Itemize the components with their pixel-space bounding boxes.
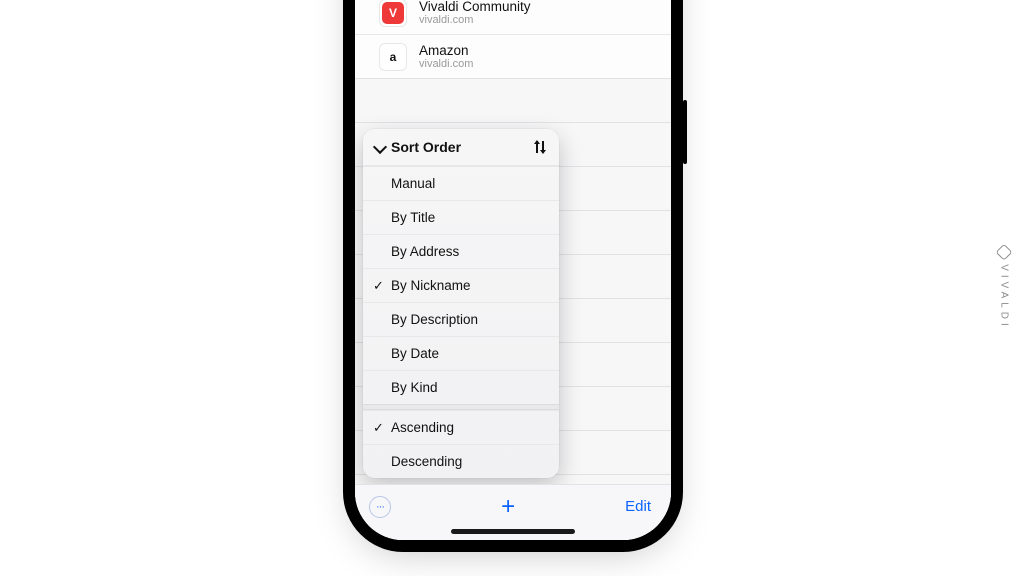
option-label: By Title: [391, 210, 435, 225]
more-icon: ···: [376, 501, 384, 513]
sort-option-manual[interactable]: Manual: [363, 166, 559, 200]
home-indicator[interactable]: [451, 529, 575, 534]
option-label: By Address: [391, 244, 459, 259]
vivaldi-logo-icon: [996, 244, 1013, 261]
bookmark-row[interactable]: a Amazon vivaldi.com: [355, 34, 671, 78]
more-actions-button[interactable]: ···: [369, 496, 391, 518]
watermark-text: VIVALDI: [999, 264, 1010, 330]
option-label: Ascending: [391, 420, 454, 435]
sort-direction-descending[interactable]: Descending: [363, 444, 559, 478]
bookmark-title: Vivaldi Community: [419, 0, 531, 14]
sort-option-address[interactable]: By Address: [363, 234, 559, 268]
bookmark-subtitle: vivaldi.com: [419, 58, 473, 70]
option-label: By Nickname: [391, 278, 471, 293]
sort-option-kind[interactable]: By Kind: [363, 370, 559, 404]
popup-header[interactable]: Sort Order: [363, 129, 559, 166]
bookmark-text: Vivaldi Community vivaldi.com: [419, 0, 531, 26]
sort-option-description[interactable]: By Description: [363, 302, 559, 336]
option-label: By Kind: [391, 380, 438, 395]
option-label: Descending: [391, 454, 462, 469]
bookmark-row[interactable]: V Vivaldi Community vivaldi.com: [355, 0, 671, 34]
amazon-icon: a: [379, 43, 407, 71]
chevron-down-icon: [375, 139, 385, 155]
vivaldi-icon: V: [379, 0, 407, 27]
option-label: By Description: [391, 312, 478, 327]
bookmark-text: Amazon vivaldi.com: [419, 43, 473, 71]
phone-frame: V Vivaldi Community vivaldi.com a Amazon…: [355, 0, 671, 540]
phone-side-button: [683, 100, 687, 164]
vivaldi-watermark: VIVALDI: [998, 246, 1010, 330]
check-icon: ✓: [373, 420, 384, 436]
plus-icon: +: [501, 493, 515, 520]
screen: V Vivaldi Community vivaldi.com a Amazon…: [355, 0, 671, 540]
sort-option-title[interactable]: By Title: [363, 200, 559, 234]
option-label: Manual: [391, 176, 435, 191]
sort-option-nickname[interactable]: ✓ By Nickname: [363, 268, 559, 302]
add-bookmark-button[interactable]: +: [501, 495, 515, 519]
option-label: By Date: [391, 346, 439, 361]
sort-order-popup: Sort Order Manual By Title By Address ✓ B…: [363, 129, 559, 478]
bookmark-subtitle: vivaldi.com: [419, 14, 531, 26]
canvas: V Vivaldi Community vivaldi.com a Amazon…: [0, 0, 1024, 576]
bookmark-title: Amazon: [419, 43, 473, 59]
popup-title: Sort Order: [391, 139, 527, 155]
check-icon: ✓: [373, 278, 384, 294]
sort-direction-ascending[interactable]: ✓ Ascending: [363, 410, 559, 444]
list-item[interactable]: [355, 78, 671, 122]
sort-option-date[interactable]: By Date: [363, 336, 559, 370]
edit-button[interactable]: Edit: [625, 498, 651, 515]
sort-arrows-icon: [533, 140, 547, 154]
